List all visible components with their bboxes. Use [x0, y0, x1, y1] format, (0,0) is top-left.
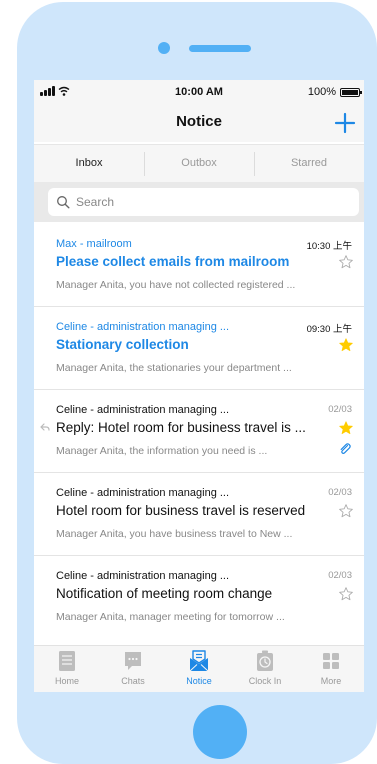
mail-subject: Please collect emails from mailroom: [56, 254, 290, 269]
tabbar-label: Chats: [121, 676, 145, 686]
mail-subject: Notification of meeting room change: [56, 586, 273, 601]
page-title: Notice: [176, 113, 222, 130]
tabbar-label: More: [320, 676, 342, 686]
mail-date: 02/03: [328, 570, 352, 581]
bottom-tab-bar: Home Chats Notice Clock In More: [34, 645, 364, 692]
tabbar-item-home[interactable]: Home: [34, 646, 100, 692]
status-bar: 10:00 AM 100%: [34, 80, 364, 104]
mail-item[interactable]: Celine - administration managing ... 02/…: [34, 390, 364, 473]
camera-dot: [158, 42, 170, 54]
star-outline-icon[interactable]: [338, 254, 354, 270]
tabbar-item-chats[interactable]: Chats: [100, 646, 166, 692]
reply-icon: [40, 423, 50, 431]
search-bar: [34, 182, 364, 222]
mail-list: Max - mailroom 10:30 上午 Please collect e…: [34, 224, 364, 642]
mail-date: 02/03: [328, 487, 352, 498]
tabbar-item-clock-in[interactable]: Clock In: [232, 646, 298, 692]
mail-item[interactable]: Celine - administration managing ... 02/…: [34, 556, 364, 638]
mail-date: 09:30 上午: [306, 324, 352, 335]
home-button[interactable]: [193, 705, 247, 759]
tabbar-label: Home: [54, 676, 79, 686]
tab-inbox[interactable]: Inbox: [34, 145, 144, 182]
tab-outbox[interactable]: Outbox: [144, 145, 254, 182]
mail-item[interactable]: Celine - administration managing ... 02/…: [34, 473, 364, 556]
star-outline-icon[interactable]: [338, 586, 354, 602]
grid-icon: [323, 653, 339, 669]
star-outline-icon[interactable]: [338, 503, 354, 519]
mailbox-tabs: Inbox Outbox Starred: [34, 144, 364, 182]
mail-preview: Manager Anita, manager meeting for tomor…: [56, 611, 285, 623]
mail-subject: Hotel room for business travel is reserv…: [56, 503, 306, 518]
mail-sender: Celine - administration managing ...: [56, 404, 230, 416]
mail-sender: Max - mailroom: [56, 238, 132, 250]
mail-sender: Celine - administration managing ...: [56, 321, 230, 333]
speaker-slot: [189, 45, 251, 52]
star-filled-icon[interactable]: [338, 337, 354, 353]
battery-icon: [340, 87, 362, 97]
navigation-bar: Notice: [34, 104, 364, 142]
mail-item[interactable]: Celine - administration managing ... 09:…: [34, 307, 364, 390]
mail-item[interactable]: Max - mailroom 10:30 上午 Please collect e…: [34, 224, 364, 307]
search-box[interactable]: [48, 188, 359, 216]
mail-preview: Manager Anita, the information you need …: [56, 445, 268, 457]
paperclip-icon: [340, 443, 351, 454]
tabbar-item-notice[interactable]: Notice: [166, 646, 232, 692]
mail-date: 02/03: [328, 404, 352, 415]
mail-subject: Reply: Hotel room for business travel is…: [56, 420, 306, 435]
mail-sender: Celine - administration managing ...: [56, 487, 230, 499]
mail-preview: Manager Anita, the stationaries your dep…: [56, 362, 292, 374]
star-filled-icon[interactable]: [338, 420, 354, 436]
tabbar-label: Notice: [186, 676, 212, 686]
book-icon: [59, 651, 75, 671]
phone-screen: 10:00 AM 100% Notice Inbox Outbox Starre…: [34, 80, 364, 692]
mail-preview: Manager Anita, you have not collected re…: [56, 279, 296, 291]
tabbar-label: Clock In: [248, 676, 282, 686]
mail-icon: [189, 650, 209, 672]
mail-subject: Stationary collection: [56, 337, 189, 352]
mail-date: 10:30 上午: [306, 241, 352, 252]
tabbar-item-more[interactable]: More: [298, 646, 364, 692]
battery-percent: 100%: [307, 86, 336, 98]
chat-bubble-icon: [125, 652, 141, 670]
clock-in-icon: [257, 650, 273, 671]
add-button[interactable]: [332, 110, 358, 136]
tab-starred[interactable]: Starred: [254, 145, 364, 182]
mail-preview: Manager Anita, you have business travel …: [56, 528, 293, 540]
search-icon: [57, 196, 70, 209]
mail-sender: Celine - administration managing ...: [56, 570, 230, 582]
search-input[interactable]: [76, 188, 346, 216]
